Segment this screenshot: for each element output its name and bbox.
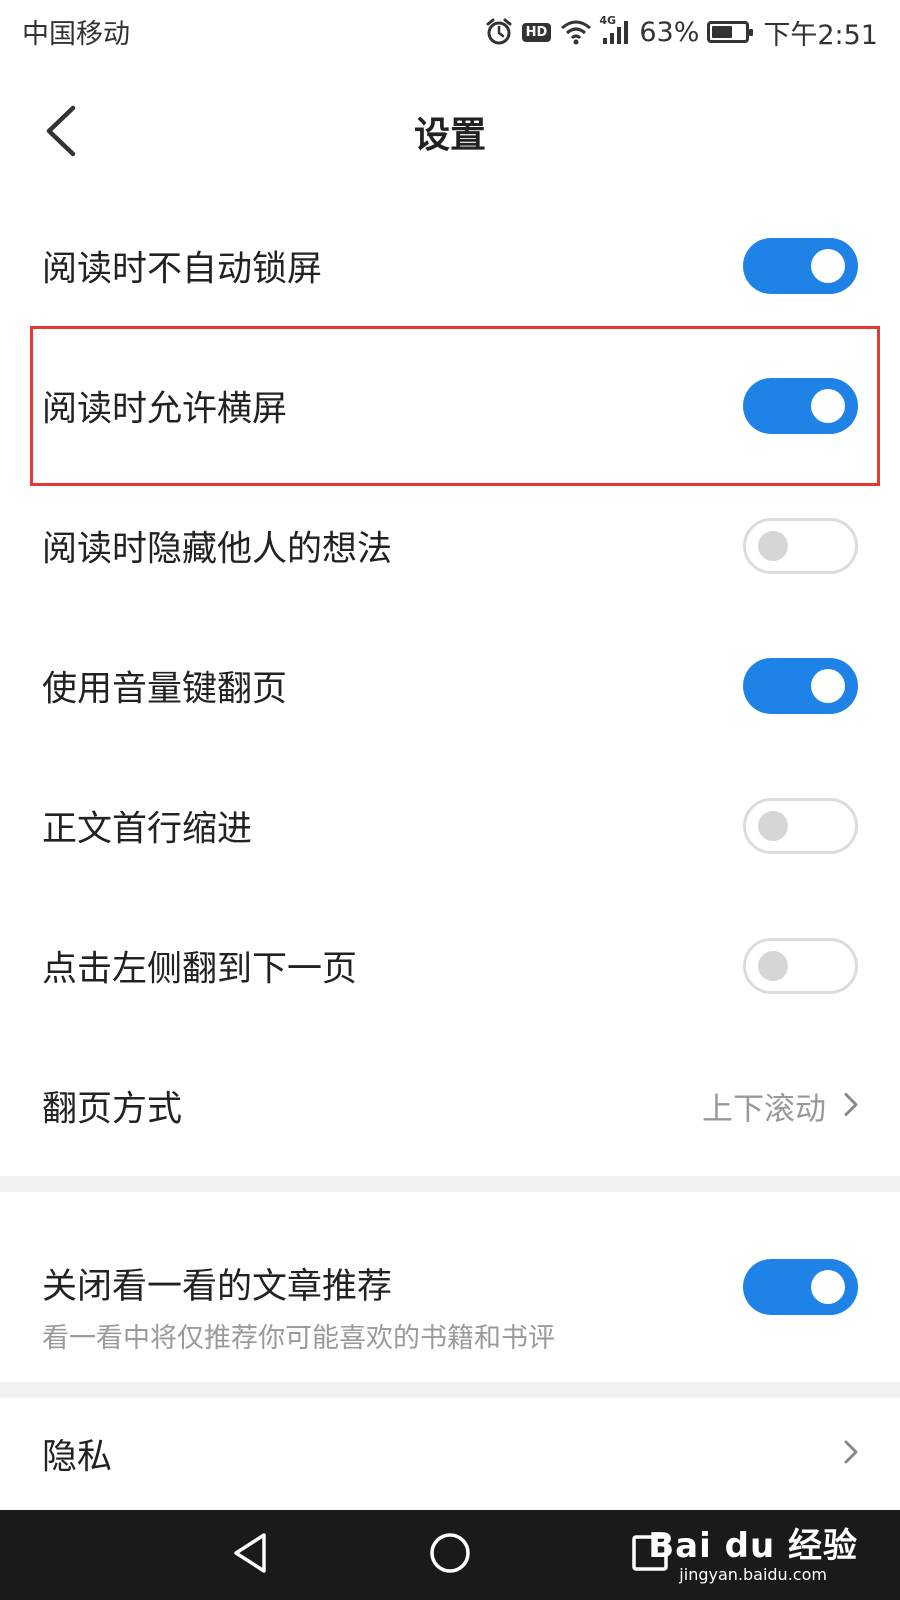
toggle-switch[interactable] <box>743 238 858 294</box>
toggle-knob <box>811 669 845 703</box>
toggle-knob <box>758 811 788 841</box>
setting-volume-key-paging[interactable]: 使用音量键翻页 <box>0 616 900 756</box>
nav-back-button[interactable] <box>190 1510 310 1600</box>
toggle-switch[interactable] <box>743 378 858 434</box>
toggle-switch[interactable] <box>743 658 858 714</box>
toggle-switch[interactable] <box>743 798 858 854</box>
setting-label: 翻页方式 <box>42 1089 183 1130</box>
battery-percent: 63% <box>639 16 700 48</box>
header: 设置 <box>0 66 900 196</box>
toggle-switch[interactable] <box>743 938 858 994</box>
network-type: 4G <box>599 14 617 27</box>
signal-icon: 4G <box>599 14 631 46</box>
toggle-knob <box>811 389 845 423</box>
setting-label: 使用音量键翻页 <box>42 669 288 710</box>
alarm-icon <box>484 17 514 47</box>
status-bar: 中国移动 HD 4G 63% 下午2:51 <box>0 0 900 66</box>
toggle-knob <box>758 531 788 561</box>
setting-hide-thoughts[interactable]: 阅读时隐藏他人的想法 <box>0 476 900 616</box>
setting-description: 看一看中将仅推荐你可能喜欢的书籍和书评 <box>42 1323 555 1354</box>
setting-disable-recommend[interactable]: 关闭看一看的文章推荐 看一看中将仅推荐你可能喜欢的书籍和书评 <box>0 1192 900 1382</box>
setting-label: 隐私 <box>42 1437 113 1478</box>
hd-icon: HD <box>521 22 552 42</box>
setting-tap-left-next-page[interactable]: 点击左侧翻到下一页 <box>0 896 900 1036</box>
status-icons: HD 4G 63% 下午2:51 <box>484 10 878 54</box>
wifi-icon <box>559 18 593 46</box>
setting-page-turn-mode[interactable]: 翻页方式 上下滚动 <box>0 1036 900 1176</box>
watermark-url: jingyan.baidu.com <box>679 1565 827 1584</box>
page-title: 设置 <box>413 115 486 156</box>
chevron-right-icon <box>844 1440 858 1468</box>
toggle-knob <box>811 1270 845 1304</box>
toggle-switch[interactable] <box>743 518 858 574</box>
back-triangle-icon <box>230 1531 270 1579</box>
setting-label: 阅读时隐藏他人的想法 <box>42 529 393 570</box>
battery-icon <box>707 21 754 43</box>
battery-fill <box>712 26 733 38</box>
carrier-name: 中国移动 <box>22 19 130 50</box>
section-divider <box>0 1382 900 1398</box>
setting-label: 关闭看一看的文章推荐 <box>42 1267 393 1307</box>
toggle-switch[interactable] <box>743 1259 858 1315</box>
toggle-knob <box>811 249 845 283</box>
setting-label: 正文首行缩进 <box>42 809 253 850</box>
clock: 下午2:51 <box>763 19 878 51</box>
setting-no-auto-lock[interactable]: 阅读时不自动锁屏 <box>0 196 900 336</box>
page-turn-value[interactable]: 上下滚动 <box>702 1084 858 1129</box>
nav-home-button[interactable] <box>390 1510 510 1600</box>
setting-label: 阅读时不自动锁屏 <box>42 249 323 290</box>
watermark-logo: Bai du 经验 <box>648 1526 858 1566</box>
setting-first-line-indent[interactable]: 正文首行缩进 <box>0 756 900 896</box>
setting-label: 点击左侧翻到下一页 <box>42 949 358 990</box>
setting-label: 阅读时允许横屏 <box>42 389 288 430</box>
setting-allow-landscape[interactable]: 阅读时允许横屏 <box>0 336 900 476</box>
chevron-right-icon <box>844 1088 858 1124</box>
setting-privacy[interactable]: 隐私 <box>0 1398 900 1510</box>
home-circle-icon <box>428 1531 472 1579</box>
navigation-bar: Bai du 经验 jingyan.baidu.com <box>0 1510 900 1600</box>
section-divider <box>0 1176 900 1192</box>
watermark: Bai du 经验 jingyan.baidu.com <box>648 1518 858 1584</box>
page-turn-value-text: 上下滚动 <box>702 1091 826 1128</box>
toggle-knob <box>758 951 788 981</box>
settings-list: 阅读时不自动锁屏 阅读时允许横屏 阅读时隐藏他人的想法 使用音量键翻页 正文首行… <box>0 196 900 1176</box>
